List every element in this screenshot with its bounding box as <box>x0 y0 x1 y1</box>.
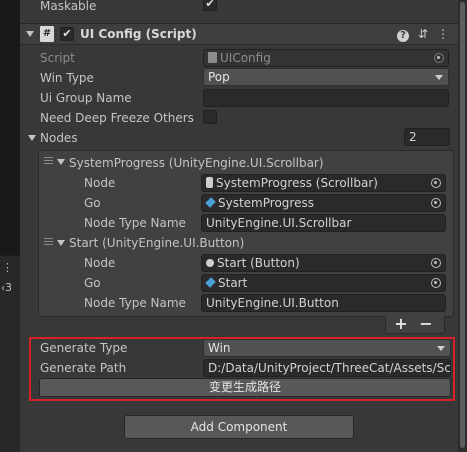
node-0-go-field[interactable]: SystemProgress <box>201 194 446 212</box>
object-picker-icon[interactable] <box>431 198 441 208</box>
script-file-icon <box>208 52 217 63</box>
component-enabled-checkbox[interactable]: ✔ <box>60 27 74 41</box>
button-icon <box>206 259 214 267</box>
nodes-foldout-arrow[interactable] <box>28 135 36 141</box>
maskable-checkbox[interactable]: ✔ <box>203 0 217 11</box>
left-dock-menu-icon[interactable]: ⋮ <box>2 262 13 274</box>
object-picker-icon <box>434 53 444 63</box>
nodes-count-input[interactable]: 2 <box>404 128 450 146</box>
script-icon: # <box>40 26 54 42</box>
need-deep-freeze-checkbox[interactable] <box>203 110 217 124</box>
node-0-foldout-arrow[interactable] <box>57 159 65 165</box>
left-dock-badge: ‹3 <box>1 281 12 294</box>
object-picker-icon[interactable] <box>431 178 441 188</box>
node-0-type-input[interactable]: UnityEngine.UI.Scrollbar <box>201 214 446 232</box>
chevron-down-icon <box>435 75 443 80</box>
node-1-foldout-arrow[interactable] <box>57 240 65 246</box>
node-1-header[interactable]: Start (UnityEngine.UI.Button) <box>69 235 244 251</box>
gameobject-icon <box>205 197 216 208</box>
remove-node-button[interactable]: − <box>418 315 434 333</box>
left-dock-badge-text: 3 <box>5 281 12 294</box>
node-1-go-field[interactable]: Start <box>201 274 446 292</box>
component-foldout-arrow[interactable] <box>26 31 34 37</box>
object-picker-icon[interactable] <box>431 258 441 268</box>
need-deep-freeze-label: Need Deep Freeze Others <box>40 111 194 125</box>
left-dock-upper <box>0 0 20 255</box>
maskable-label: Maskable <box>40 0 97 13</box>
node-1-go-value: Start <box>218 276 248 290</box>
node-1-go-label: Go <box>84 276 101 290</box>
win-type-value: Pop <box>208 70 230 84</box>
node-1-node-field[interactable]: Start (Button) <box>201 254 446 272</box>
node-1-type-label: Node Type Name <box>84 296 186 310</box>
nodes-label: Nodes <box>40 131 78 145</box>
component-title: UI Config (Script) <box>80 27 197 41</box>
node-0-go-value: SystemProgress <box>218 196 314 210</box>
script-label: Script <box>40 51 75 65</box>
node-0-node-label: Node <box>84 176 116 190</box>
node-0-type-label: Node Type Name <box>84 216 186 230</box>
gameobject-icon <box>205 277 216 288</box>
help-glyph: ? <box>397 30 409 42</box>
highlight-box <box>29 337 455 401</box>
win-type-dropdown[interactable]: Pop <box>203 68 449 86</box>
node-0-go-label: Go <box>84 196 101 210</box>
add-component-button[interactable]: Add Component <box>124 415 354 439</box>
object-picker-icon[interactable] <box>431 278 441 288</box>
node-1-node-label: Node <box>84 256 116 270</box>
presets-icon[interactable]: ⇵ <box>416 26 430 42</box>
add-node-button[interactable]: + <box>393 315 409 333</box>
more-icon[interactable]: ⋮ <box>436 26 450 42</box>
node-0-header[interactable]: SystemProgress (UnityEngine.UI.Scrollbar… <box>69 155 324 171</box>
drag-handle-icon[interactable] <box>44 157 53 164</box>
ui-group-name-label: Ui Group Name <box>40 91 132 105</box>
script-field-value: UIConfig <box>220 51 271 65</box>
drag-handle-icon[interactable] <box>44 238 53 245</box>
scrollbar-icon <box>206 177 213 188</box>
win-type-label: Win Type <box>40 71 94 85</box>
help-icon[interactable]: ? <box>396 26 410 42</box>
node-0-node-field[interactable]: SystemProgress (Scrollbar) <box>201 174 446 192</box>
ui-group-name-input[interactable] <box>203 89 449 107</box>
node-0-node-value: SystemProgress (Scrollbar) <box>216 176 378 190</box>
node-1-type-input[interactable]: UnityEngine.UI.Button <box>201 294 446 312</box>
inspector-scroll-thumb[interactable] <box>460 2 465 448</box>
script-field: UIConfig <box>203 49 449 67</box>
node-1-node-value: Start (Button) <box>217 256 300 270</box>
